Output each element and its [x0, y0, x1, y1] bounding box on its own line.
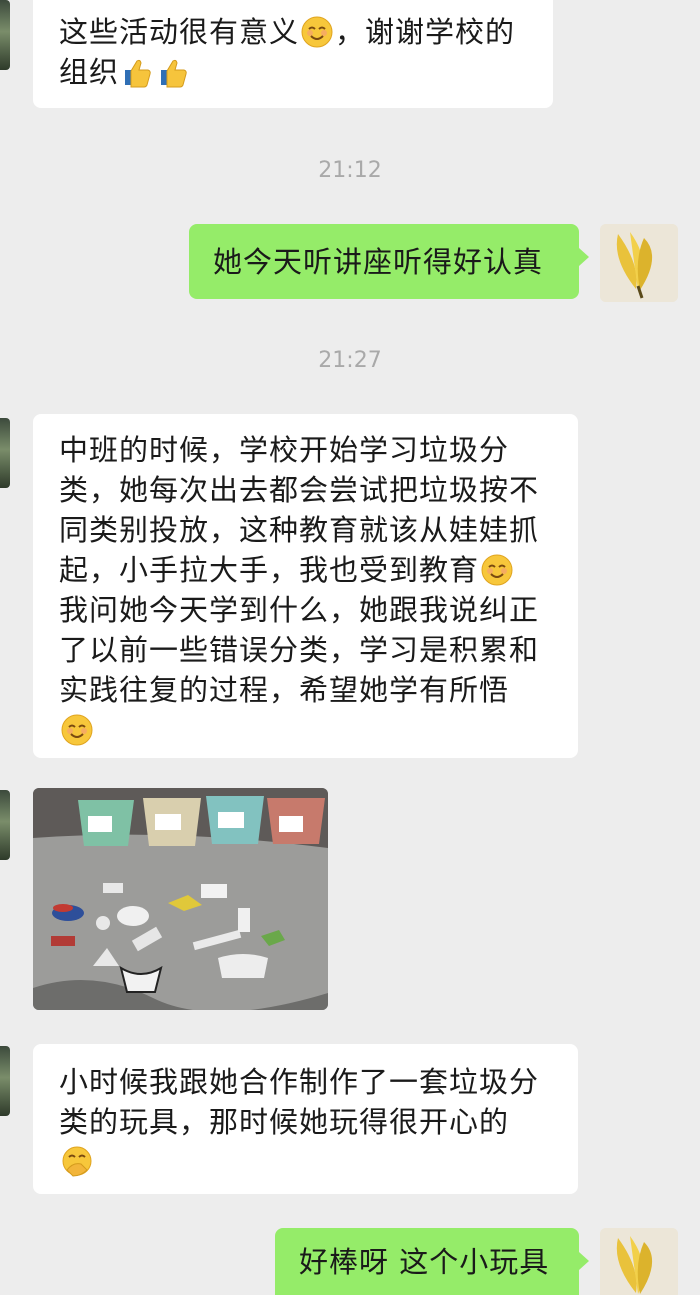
incoming-message[interactable]: 小时候我跟她合作制作了一套垃圾分 类的玩具，那时候她玩得很开心的 [33, 1044, 578, 1194]
face-with-hand-over-mouth-emoji-icon [62, 1146, 92, 1177]
message-text: 她今天听讲座听得好认真 [213, 244, 544, 279]
trash-sorting-toys-photo [33, 788, 328, 1010]
message-line: 了以前一些错误分类，学习是积累和 [59, 633, 540, 667]
message-text: 组织 [59, 55, 120, 89]
message-line: 类，她每次出去都会尝试把垃圾按不 [59, 473, 540, 507]
contact-avatar[interactable] [0, 0, 10, 70]
contact-avatar[interactable] [0, 418, 10, 488]
incoming-message[interactable]: 这些活动很有意义 ，谢谢学校的 组织 [33, 0, 553, 108]
outgoing-message[interactable]: 她今天听讲座听得好认真 [189, 224, 589, 299]
smiling-face-emoji-icon [301, 16, 333, 48]
banana-avatar-icon [600, 1228, 678, 1295]
contact-avatar[interactable] [0, 1046, 10, 1116]
message-text: 好棒呀 这个小玩具 [299, 1244, 550, 1279]
banana-avatar-icon [600, 224, 678, 302]
timestamp: 21:27 [318, 348, 382, 373]
incoming-message[interactable]: 中班的时候，学校开始学习垃圾分 类，她每次出去都会尝试把垃圾按不 同类别投放，这… [33, 414, 578, 758]
message-text: 这些活动很有意义 [59, 15, 300, 49]
photo-message[interactable] [33, 788, 328, 1010]
message-line: 类的玩具，那时候她玩得很开心的 [59, 1105, 510, 1139]
message-text: ，谢谢学校的 [335, 15, 516, 49]
message-line: 我问她今天学到什么，她跟我说纠正 [59, 593, 540, 627]
smiling-face-emoji-icon [61, 714, 93, 746]
outgoing-message[interactable]: 好棒呀 这个小玩具 [275, 1228, 589, 1295]
message-line: 中班的时候，学校开始学习垃圾分 [59, 433, 510, 467]
timestamp: 21:12 [318, 158, 382, 183]
message-line: 起，小手拉大手，我也受到教育 [59, 553, 480, 587]
thumbs-up-emoji-icon [161, 59, 187, 88]
thumbs-up-emoji-icon [125, 59, 151, 88]
smiling-face-emoji-icon [481, 554, 513, 586]
user-avatar[interactable] [600, 1228, 678, 1295]
contact-avatar[interactable] [0, 790, 10, 860]
message-line: 小时候我跟她合作制作了一套垃圾分 [59, 1065, 540, 1099]
message-line: 实践往复的过程，希望她学有所悟 [59, 673, 510, 707]
message-line: 同类别投放，这种教育就该从娃娃抓 [59, 513, 540, 547]
user-avatar[interactable] [600, 224, 678, 302]
